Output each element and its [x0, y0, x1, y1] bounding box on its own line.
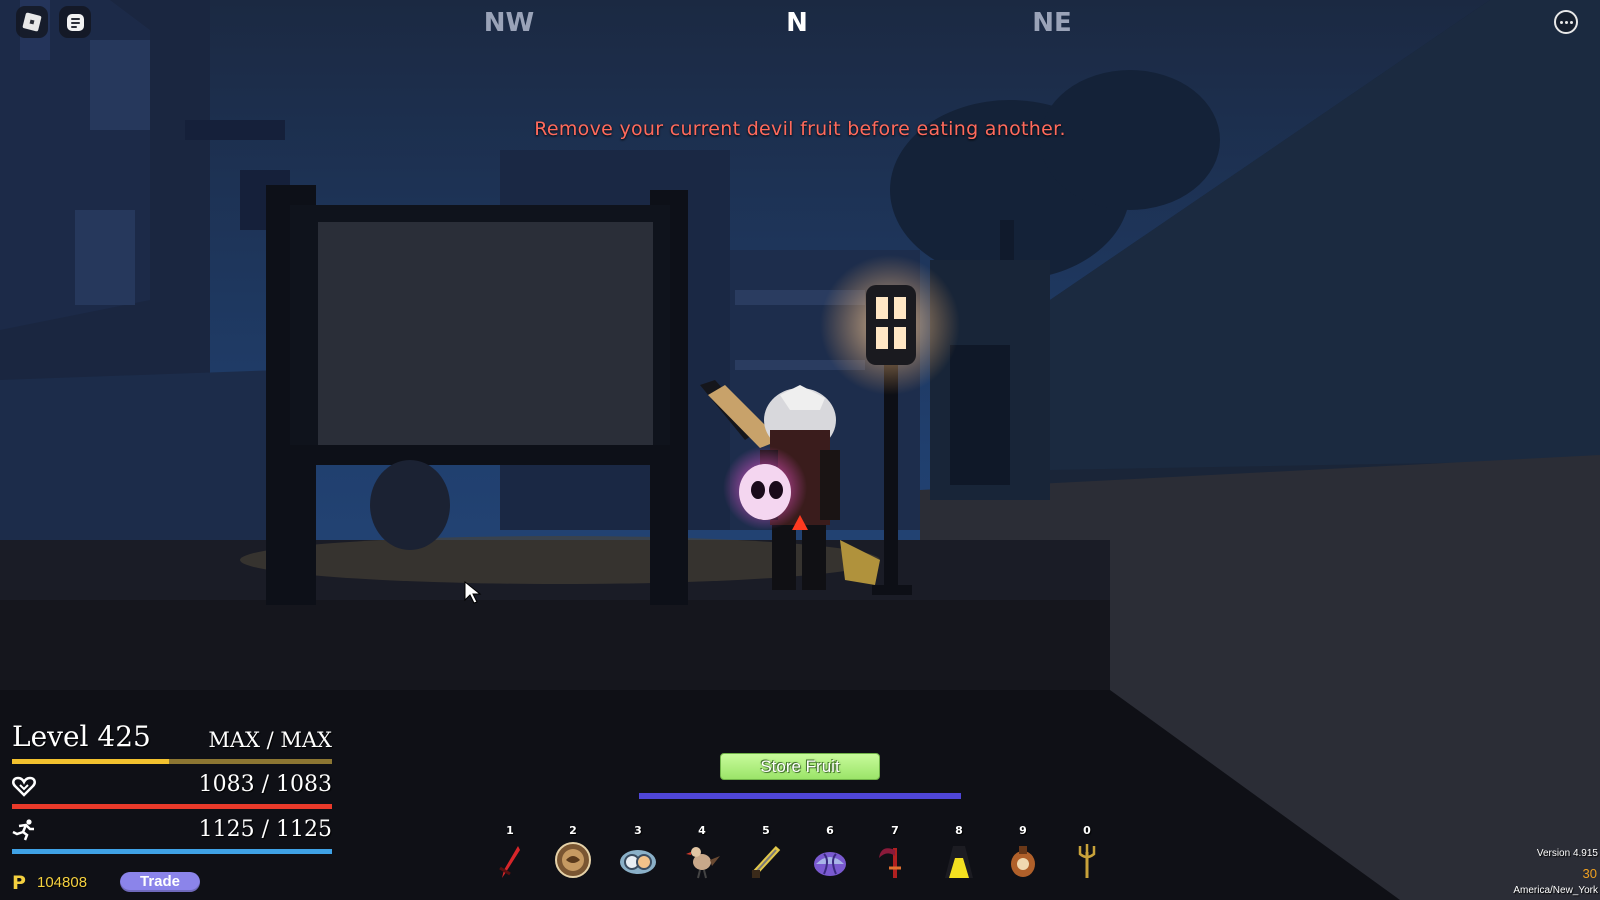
health-bar-fill: [12, 804, 332, 809]
ability-cooldown-bar: [639, 793, 961, 799]
compass-nw: NW: [483, 8, 535, 38]
health-text: 1083 / 1083: [198, 772, 332, 797]
store-fruit-button[interactable]: Store Fruit: [720, 753, 880, 780]
hotbar-slot-key: 3: [634, 824, 642, 837]
hotbar-slot-key: 8: [955, 824, 963, 837]
hotbar-slot-key: 6: [826, 824, 834, 837]
hotbar-slot-key: 2: [569, 824, 577, 837]
xp-text: MAX / MAX: [208, 728, 332, 752]
hotbar-slot-key: 1: [506, 824, 514, 837]
hotbar-slot-key: 9: [1019, 824, 1027, 837]
hotbar-slot-7[interactable]: 7: [867, 824, 923, 890]
compass-ne: NE: [1032, 8, 1072, 38]
heart-icon: [12, 776, 36, 797]
potion-icon: [1011, 846, 1035, 877]
xp-bar: [12, 759, 332, 764]
scythe-icon: [879, 848, 901, 878]
hotbar-slot-8[interactable]: 8: [931, 824, 987, 890]
hotbar-slot-key: 0: [1083, 824, 1091, 837]
roblox-logo-icon: [22, 12, 42, 32]
timezone-label: America/New_York: [1513, 885, 1598, 896]
hotbar-slot-3[interactable]: 3: [610, 824, 666, 890]
energy-bar: [12, 849, 332, 854]
level-label: Level 425: [12, 720, 151, 753]
health-bar: [12, 804, 332, 809]
chat-icon: [66, 13, 84, 31]
purple-fruit-icon: [814, 852, 846, 876]
fighting-style-icon: [555, 842, 591, 878]
hotbar-slot-1[interactable]: 1: [482, 824, 538, 890]
hotbar-slot-0[interactable]: 0: [1059, 824, 1115, 890]
more-options-button[interactable]: [1554, 10, 1578, 34]
red-sword-icon: [499, 846, 520, 878]
hotbar-slot-6[interactable]: 6: [802, 824, 858, 890]
fps-counter: 30: [1582, 866, 1597, 881]
devil-fruit-icon: [620, 850, 656, 874]
hotbar-slot-2[interactable]: 2: [545, 824, 601, 890]
version-label: Version 4.915: [1536, 848, 1598, 859]
hotbar-slot-9[interactable]: 9: [995, 824, 1051, 890]
trade-button[interactable]: Trade: [120, 872, 200, 892]
beli-icon: P: [12, 872, 26, 894]
hotbar-slot-5[interactable]: 5: [738, 824, 794, 890]
cloak-icon: [945, 846, 973, 878]
energy-text: 1125 / 1125: [198, 817, 332, 842]
roblox-menu-button[interactable]: [16, 6, 48, 38]
trident-icon: [1078, 844, 1096, 878]
notification-message: Remove your current devil fruit before e…: [534, 118, 1066, 140]
chat-button[interactable]: [59, 6, 91, 38]
hotbar-slot-key: 5: [762, 824, 770, 837]
xp-bar-fill: [12, 759, 169, 764]
blade-icon: [751, 845, 781, 878]
running-icon: [12, 819, 34, 841]
bird-icon: [686, 847, 720, 879]
hotbar-slot-key: 4: [698, 824, 706, 837]
energy-bar-fill: [12, 849, 332, 854]
compass-n: N: [786, 8, 808, 38]
hotbar-slot-key: 7: [891, 824, 899, 837]
hotbar-slot-4[interactable]: 4: [674, 824, 730, 890]
ellipsis-icon: [1559, 20, 1563, 24]
beli-amount: 104808: [37, 874, 88, 891]
